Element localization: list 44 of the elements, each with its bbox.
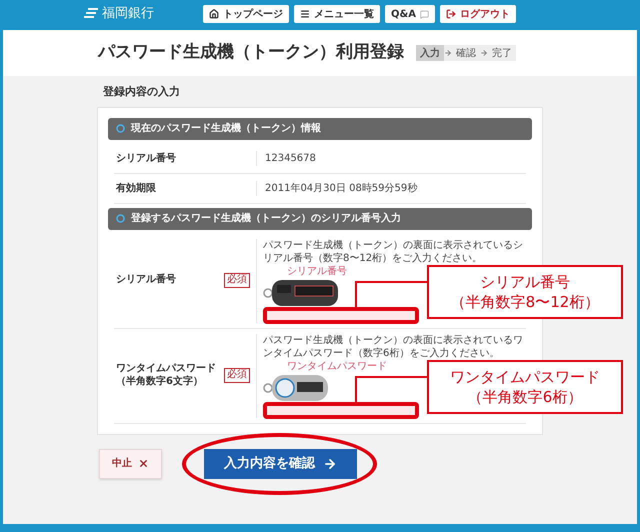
- required-tag: 必須: [224, 273, 250, 288]
- row-value: 2011年04月30日 08時59分59秒: [256, 180, 526, 196]
- row-label: 有効期限: [114, 182, 157, 196]
- cancel-button[interactable]: 中止: [99, 448, 162, 478]
- row-label: シリアル番号: [116, 274, 177, 287]
- input-field[interactable]: [263, 402, 419, 418]
- circle-icon: [116, 124, 125, 133]
- confirm-button[interactable]: 入力内容を確認: [204, 448, 357, 478]
- home-icon: [209, 9, 220, 19]
- field-description: パスワード生成機（トークン）の表面に表示されているワンタイムパスワード（数字6桁）をご入力ください。: [263, 334, 524, 360]
- callout-text: （半角数字6桁）: [468, 386, 582, 406]
- step-label: 入力: [416, 45, 444, 61]
- field-description: パスワード生成機（トークン）の裏面に表示されているシリアル番号（数字8〜12桁）をご入力ください。: [263, 238, 524, 264]
- circle-icon: [116, 214, 125, 223]
- menu-icon: [300, 9, 310, 19]
- callout-text: （半角数字8〜12桁）: [450, 292, 600, 312]
- nav-button[interactable]: トップページ: [203, 5, 290, 23]
- step-label: 完了: [491, 46, 513, 60]
- row-sublabel: （半角数字6文字）: [116, 376, 204, 388]
- bank-logo: 福岡銀行: [102, 5, 154, 24]
- arrow-icon: [444, 49, 452, 57]
- token-label: シリアル番号: [287, 266, 347, 276]
- row-label: ワンタイムパスワード: [116, 363, 217, 375]
- nav-button[interactable]: Q&A: [385, 5, 435, 23]
- step-label: 確認: [455, 46, 477, 60]
- logout-icon: [446, 9, 456, 19]
- callout-text: ワンタイムパスワード: [450, 366, 600, 386]
- input-field[interactable]: [263, 306, 419, 324]
- heading-text: 現在のパスワード生成機（トークン）情報: [131, 122, 321, 136]
- page-title: パスワード生成機（トークン）利用登録: [98, 41, 404, 64]
- chat-icon: [420, 10, 429, 18]
- token-label: ワンタイムパスワード: [287, 362, 387, 372]
- arrow-icon: [480, 49, 488, 57]
- nav-button[interactable]: メニュー一覧: [294, 5, 380, 23]
- logo-icon: [84, 8, 98, 20]
- close-icon: [138, 458, 149, 469]
- arrow-icon: [323, 456, 337, 470]
- row-label: シリアル番号: [115, 152, 177, 166]
- nav-button[interactable]: ログアウト: [440, 5, 516, 23]
- section-title: 登録内容の入力: [103, 84, 181, 100]
- required-tag: 必須: [224, 368, 250, 383]
- heading-text: 登録するパスワード生成機（トークン）のシリアル番号入力: [131, 212, 401, 226]
- callout-text: シリアル番号: [480, 272, 570, 292]
- row-value: 12345678: [256, 150, 526, 166]
